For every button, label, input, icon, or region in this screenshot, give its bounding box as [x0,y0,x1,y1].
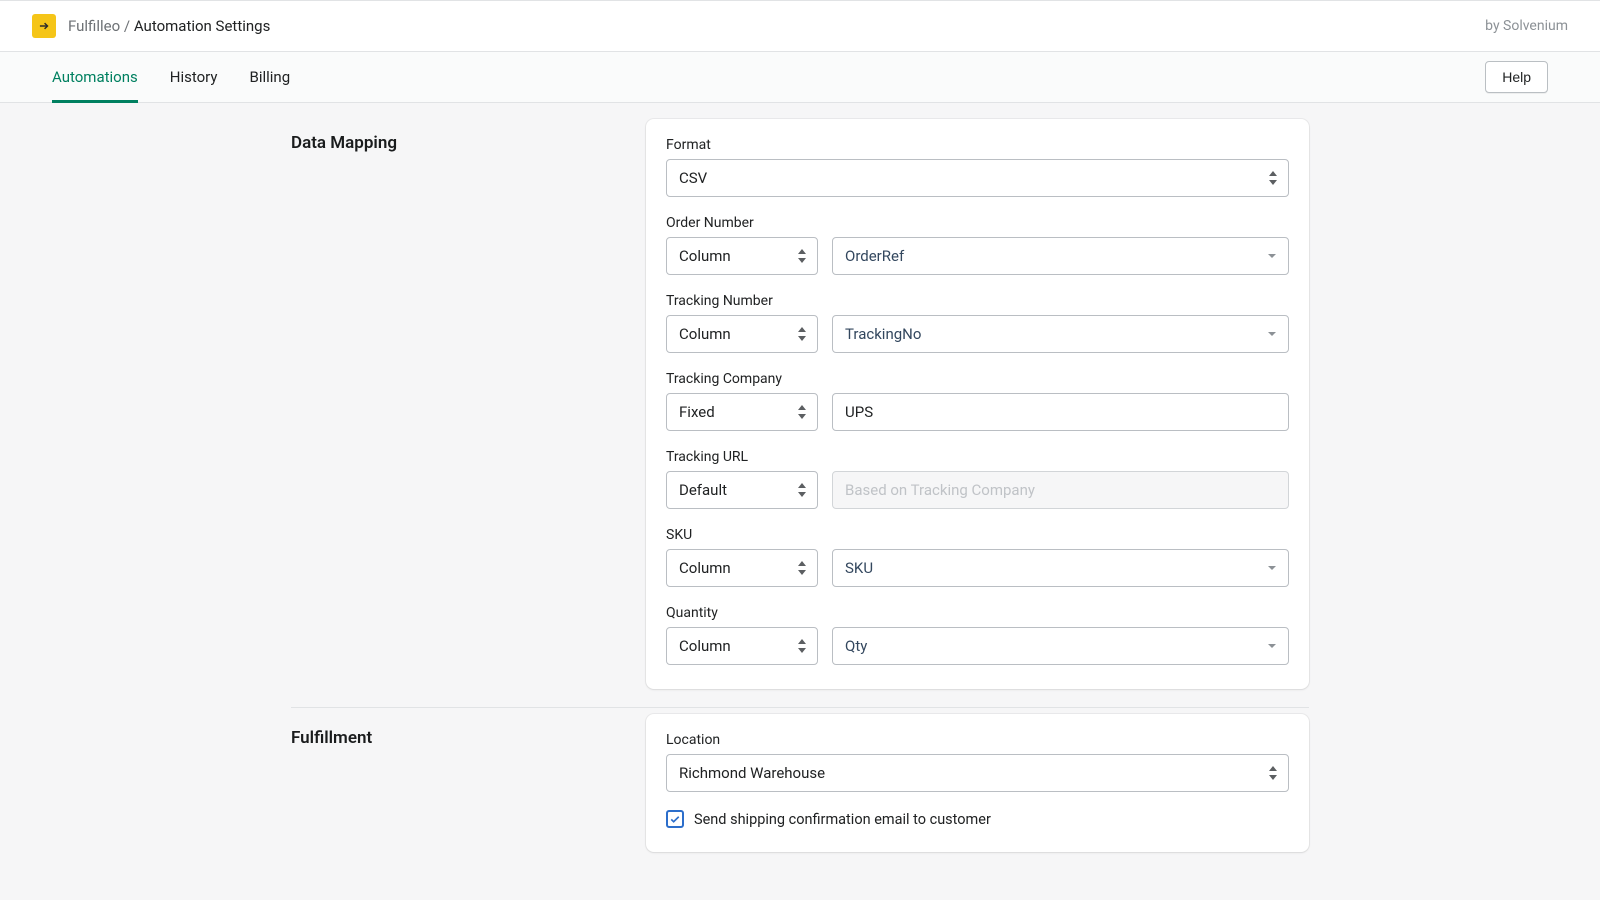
quantity-column-select[interactable]: Qty [832,627,1289,665]
field-order-number: Order Number Column OrderRef [666,215,1289,275]
field-tracking-company: Tracking Company Fixed [666,371,1289,431]
format-label: Format [666,137,1289,153]
select-arrows-icon [797,405,807,419]
tracking-number-column-value: TrackingNo [845,325,921,343]
help-button[interactable]: Help [1485,61,1548,93]
field-sku: SKU Column SKU [666,527,1289,587]
section-data-mapping: Data Mapping Format CSV Order Number Col… [291,113,1309,708]
select-arrows-icon [797,639,807,653]
quantity-type-value: Column [679,637,731,655]
location-select[interactable]: Richmond Warehouse [666,754,1289,792]
tracking-number-type-select[interactable]: Column [666,315,818,353]
section-fulfillment: Fulfillment Location Richmond Warehouse … [291,708,1309,870]
breadcrumb-current: Automation Settings [134,17,271,35]
format-select[interactable]: CSV [666,159,1289,197]
select-arrows-icon [797,561,807,575]
section-title: Fulfillment [291,728,626,748]
breadcrumb-app[interactable]: Fulfilleo [68,17,120,35]
notify-customer-row: Send shipping confirmation email to cust… [666,810,1289,828]
topbar: Fulfilleo / Automation Settings by Solve… [0,0,1600,52]
caret-down-icon [1266,328,1278,340]
select-arrows-icon [797,249,807,263]
section-heading: Fulfillment [291,714,626,852]
tab-automations[interactable]: Automations [52,52,138,103]
tracking-number-column-select[interactable]: TrackingNo [832,315,1289,353]
order-number-type-value: Column [679,247,731,265]
sku-column-value: SKU [845,559,873,577]
section-title: Data Mapping [291,133,626,153]
quantity-label: Quantity [666,605,1289,621]
order-number-label: Order Number [666,215,1289,231]
sku-type-select[interactable]: Column [666,549,818,587]
order-number-column-select[interactable]: OrderRef [832,237,1289,275]
vendor-label: by Solvenium [1485,18,1568,34]
format-value: CSV [679,169,707,187]
tracking-company-value-input[interactable] [832,393,1289,431]
fulfillment-card: Location Richmond Warehouse Send shippin… [646,714,1309,852]
caret-down-icon [1266,250,1278,262]
tracking-company-type-select[interactable]: Fixed [666,393,818,431]
select-arrows-icon [1268,171,1278,185]
tracking-number-type-value: Column [679,325,731,343]
content: Data Mapping Format CSV Order Number Col… [291,103,1309,870]
field-tracking-url: Tracking URL Default Based on Tracking C… [666,449,1289,509]
sku-column-select[interactable]: SKU [832,549,1289,587]
notify-customer-checkbox[interactable] [666,810,684,828]
location-value: Richmond Warehouse [679,764,825,782]
tracking-url-placeholder: Based on Tracking Company [845,481,1035,499]
tab-history[interactable]: History [170,52,218,103]
caret-down-icon [1266,562,1278,574]
tab-billing[interactable]: Billing [249,52,290,103]
notify-customer-label: Send shipping confirmation email to cust… [694,811,991,828]
order-number-type-select[interactable]: Column [666,237,818,275]
tracking-company-type-value: Fixed [679,403,715,421]
tracking-url-readonly: Based on Tracking Company [832,471,1289,509]
sku-label: SKU [666,527,1289,543]
field-location: Location Richmond Warehouse [666,732,1289,792]
tracking-url-label: Tracking URL [666,449,1289,465]
field-tracking-number: Tracking Number Column TrackingNo [666,293,1289,353]
location-label: Location [666,732,1289,748]
tracking-url-type-value: Default [679,481,727,499]
tracking-company-label: Tracking Company [666,371,1289,387]
tracking-url-type-select[interactable]: Default [666,471,818,509]
field-format: Format CSV [666,137,1289,197]
breadcrumb-sep: / [124,17,130,35]
sku-type-value: Column [679,559,731,577]
caret-down-icon [1266,640,1278,652]
quantity-column-value: Qty [845,637,867,655]
select-arrows-icon [797,483,807,497]
field-quantity: Quantity Column Qty [666,605,1289,665]
data-mapping-card: Format CSV Order Number Column [646,119,1309,689]
select-arrows-icon [1268,766,1278,780]
section-heading: Data Mapping [291,119,626,689]
quantity-type-select[interactable]: Column [666,627,818,665]
tracking-number-label: Tracking Number [666,293,1289,309]
breadcrumb: Fulfilleo / Automation Settings [68,17,270,35]
app-logo [32,14,56,38]
tabbar: Automations History Billing Help [0,52,1600,103]
tracking-company-input[interactable] [845,403,1276,421]
order-number-column-value: OrderRef [845,247,904,265]
select-arrows-icon [797,327,807,341]
